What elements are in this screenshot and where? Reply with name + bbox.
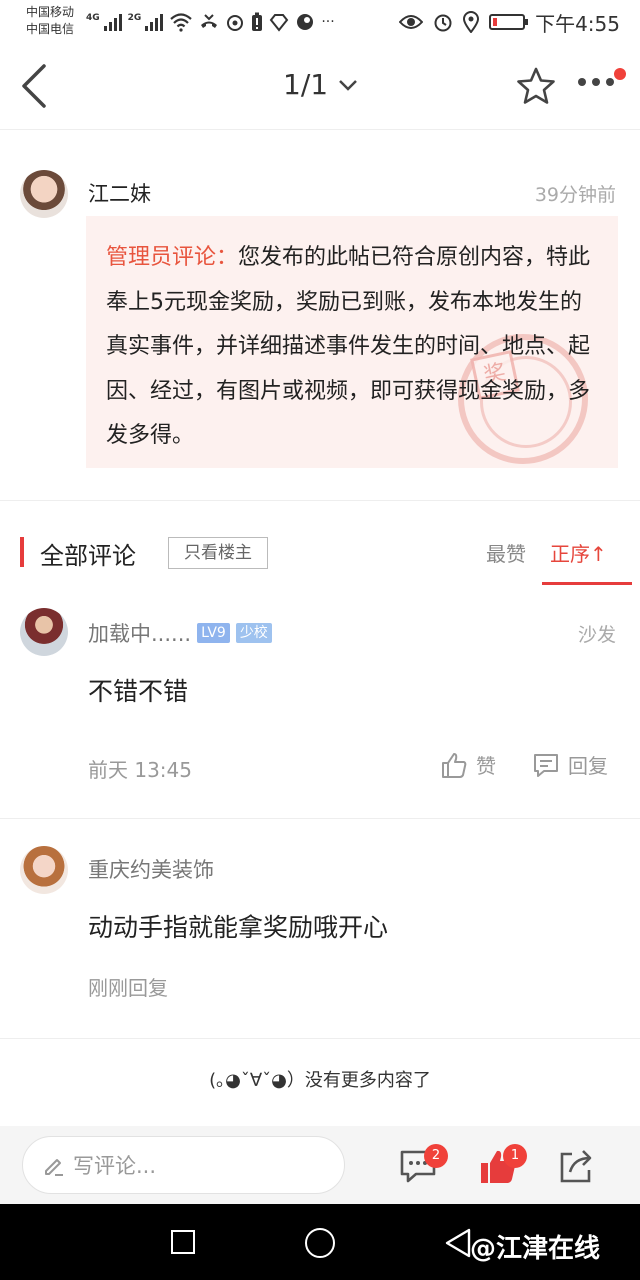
level-badge: LV9 [197, 623, 230, 643]
status-icons-left: 4G 2G ··· [86, 10, 335, 34]
system-back-icon[interactable] [444, 1228, 472, 1258]
like-count-badge: 1 [503, 1144, 527, 1168]
more-menu-icon[interactable] [578, 78, 614, 86]
battery-warning-icon [252, 12, 263, 31]
page-selector[interactable]: 1/1 [283, 68, 358, 101]
chevron-down-icon [339, 79, 357, 91]
more-notifications-icon: ··· [321, 14, 335, 30]
rank-badge: 少校 [235, 623, 272, 643]
avatar[interactable] [20, 608, 68, 656]
comment-item: 重庆约美装饰 动动手指就能拿奖励哦开心 刚刚回复 [0, 820, 640, 1038]
sort-asc-tab[interactable]: 正序↑ [550, 538, 607, 567]
comments-title: 全部评论 [40, 542, 136, 570]
comment-text: 动动手指就能拿奖励哦开心 [88, 913, 389, 942]
post-author[interactable]: 江二妹 [88, 178, 151, 208]
comment-text: 不错不错 [88, 677, 189, 706]
pencil-icon [45, 1159, 63, 1176]
wifi-icon [170, 13, 193, 32]
comment-input[interactable]: 写评论... [22, 1136, 345, 1194]
eye-icon [399, 15, 424, 29]
alarm-icon [434, 14, 452, 32]
post-time: 39分钟前 [534, 184, 616, 206]
status-icons-right: 下午4:55 [399, 8, 620, 36]
carrier-1: 中国移动 [26, 5, 75, 19]
share-icon[interactable] [556, 1146, 596, 1186]
missed-call-icon [201, 14, 218, 28]
thumbs-up-icon [442, 752, 467, 778]
avatar[interactable] [20, 846, 68, 894]
signal-icon-2: 2G [128, 13, 164, 31]
page-indicator: 1/1 [283, 68, 329, 101]
status-bar: 中国移动 中国电信 4G 2G ··· 下午4:55 [0, 0, 640, 44]
comment-item: 加载中...... LV9 少校 沙发 不错不错 前天 13:45 赞 回复 [0, 586, 640, 818]
watermark: @江津在线 [470, 1234, 601, 1264]
comment-author[interactable]: 加载中...... [88, 618, 191, 648]
divider [0, 818, 640, 819]
admin-comment-text: 管理员评论：您发布的此帖已符合原创内容，特此奉上5元现金奖励，奖励已到账，发布本… [106, 236, 598, 459]
post-card: 江二妹 39分钟前 奖 管理员评论：您发布的此帖已符合原创内容，特此奉上5元现金… [0, 130, 640, 500]
admin-comment-box: 奖 管理员评论：您发布的此帖已符合原创内容，特此奉上5元现金奖励，奖励已到账，发… [86, 216, 618, 468]
notification-dot [614, 68, 626, 80]
active-tab-indicator [542, 582, 632, 585]
recent-apps-button[interactable] [171, 1230, 195, 1254]
signal-icon: 4G [86, 13, 122, 31]
comment-time: 前天 13:45 [88, 758, 192, 782]
comments-header: 全部评论 只看楼主 最赞 正序↑ [0, 502, 640, 586]
reply-label: 回复 [568, 754, 608, 778]
comment-count-badge: 2 [424, 1144, 448, 1168]
owner-only-button[interactable]: 只看楼主 [168, 537, 268, 569]
admin-label: 管理员评论： [106, 245, 239, 270]
back-icon[interactable] [20, 64, 50, 108]
comment-time: 刚刚回复 [88, 976, 168, 1000]
nav-bar: 1/1 [0, 44, 640, 130]
admin-message: 您发布的此帖已符合原创内容，特此奉上5元现金奖励，奖励已到账，发布本地发生的真实… [106, 245, 591, 448]
comment-author[interactable]: 重庆约美装饰 [88, 854, 214, 884]
bottom-toolbar: 写评论... 2 1 [0, 1126, 640, 1204]
weibo-icon [227, 15, 244, 31]
reply-button[interactable]: 回复 [532, 750, 608, 779]
favorite-star-icon[interactable] [516, 66, 556, 106]
avatar[interactable] [20, 170, 68, 218]
section-marker [20, 537, 24, 567]
reply-bubble-icon [534, 753, 558, 777]
home-button[interactable] [305, 1228, 335, 1258]
app-icon [297, 14, 314, 30]
like-label: 赞 [476, 754, 496, 778]
like-button[interactable]: 赞 [440, 750, 496, 779]
taobao-icon [270, 14, 289, 32]
divider [0, 500, 640, 501]
comment-author-row: 加载中...... LV9 少校 [88, 618, 272, 648]
battery-icon [489, 14, 529, 30]
carrier-info: 中国移动 中国电信 [26, 4, 74, 38]
divider [0, 1038, 640, 1039]
clock: 下午4:55 [535, 11, 620, 36]
sort-hot-tab[interactable]: 最赞 [486, 538, 526, 567]
carrier-2: 中国电信 [26, 22, 75, 36]
comment-placeholder: 写评论... [73, 1154, 157, 1178]
system-nav-bar: @江津在线 [0, 1204, 640, 1280]
no-more-content: (｡◕ˇ∀ˇ◕）没有更多内容了 [209, 1070, 431, 1091]
floor-label: 沙发 [577, 624, 616, 646]
location-icon [463, 11, 480, 33]
